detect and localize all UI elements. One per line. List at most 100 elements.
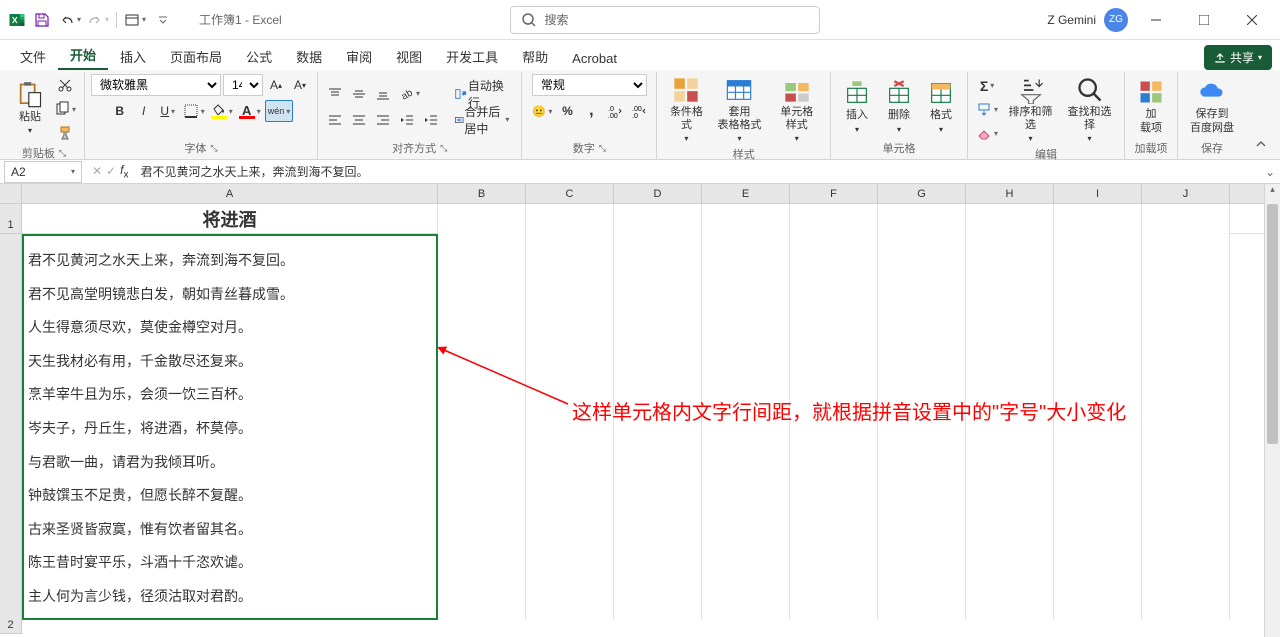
align-center-button[interactable] [348, 109, 370, 131]
share-button[interactable]: 共享 ▾ [1204, 45, 1272, 70]
increase-indent-button[interactable] [420, 109, 442, 131]
wrap-text-button[interactable]: 自动换行 [448, 83, 515, 105]
font-color-button[interactable]: A [237, 100, 263, 122]
copy-button[interactable] [52, 98, 78, 120]
tab-公式[interactable]: 公式 [234, 43, 284, 70]
cell[interactable] [702, 204, 790, 234]
formula-input[interactable]: 君不见黄河之水天上来，奔流到海不复回。 [134, 161, 1260, 183]
border-button[interactable] [181, 100, 207, 122]
save-button[interactable] [30, 8, 54, 32]
minimize-button[interactable] [1136, 6, 1176, 34]
cell[interactable] [1142, 204, 1230, 234]
increase-font-button[interactable]: A▴ [265, 74, 287, 96]
tab-开发工具[interactable]: 开发工具 [434, 43, 510, 70]
scroll-thumb[interactable] [1267, 204, 1278, 444]
tab-插入[interactable]: 插入 [108, 43, 158, 70]
decrease-decimal-button[interactable]: .00.0 [628, 100, 650, 122]
align-bottom-button[interactable] [372, 83, 394, 105]
format-as-table-button[interactable]: 套用 表格格式▾ [711, 74, 767, 145]
paste-button[interactable]: 粘贴▾ [10, 79, 50, 139]
vertical-scrollbar[interactable]: ▴ [1264, 184, 1280, 637]
increase-decimal-button[interactable]: .0.00 [604, 100, 626, 122]
align-right-button[interactable] [372, 109, 394, 131]
pinyin-guide-button[interactable]: wén [265, 100, 294, 122]
avatar[interactable]: ZG [1104, 8, 1128, 32]
expand-formula-bar-button[interactable]: ⌄ [1260, 165, 1280, 179]
fill-button[interactable] [974, 99, 1000, 121]
row-header-2[interactable]: 2 [0, 234, 22, 634]
name-box[interactable]: A2▾ [4, 161, 82, 183]
cells-area[interactable]: 将进酒 君不见黄河之水天上来，奔流到海不复回。君不见高堂明镜悲白发，朝如青丝暮成… [22, 204, 1264, 637]
col-header-D[interactable]: D [614, 184, 702, 203]
cell-styles-button[interactable]: 单元格样式▾ [769, 74, 824, 145]
clipboard-launcher[interactable]: ⤡ [59, 148, 66, 159]
cut-button[interactable] [52, 74, 78, 96]
col-header-I[interactable]: I [1054, 184, 1142, 203]
col-header-H[interactable]: H [966, 184, 1054, 203]
col-header-J[interactable]: J [1142, 184, 1230, 203]
font-family-combo[interactable]: 微软雅黑 [91, 74, 221, 96]
conditional-format-button[interactable]: 条件格式▾ [663, 74, 709, 145]
align-left-button[interactable] [324, 109, 346, 131]
font-launcher[interactable]: ⤡ [210, 143, 217, 154]
cell[interactable] [702, 234, 790, 620]
touch-mode-button[interactable] [123, 8, 147, 32]
cell[interactable] [966, 234, 1054, 620]
enter-formula-button[interactable]: ✓ [106, 164, 116, 178]
cell[interactable] [438, 234, 526, 620]
fill-color-button[interactable] [209, 100, 235, 122]
accounting-format-button[interactable]: 😐 [528, 100, 554, 122]
alignment-launcher[interactable]: ⤡ [440, 143, 447, 154]
percent-button[interactable]: % [556, 100, 578, 122]
col-header-G[interactable]: G [878, 184, 966, 203]
clear-button[interactable] [974, 123, 1000, 145]
cell-a2[interactable]: 君不见黄河之水天上来，奔流到海不复回。君不见高堂明镜悲白发，朝如青丝暮成雪。人生… [22, 234, 438, 620]
find-select-button[interactable]: 查找和选择▾ [1061, 74, 1118, 145]
undo-button[interactable] [58, 8, 82, 32]
cell[interactable] [1054, 204, 1142, 234]
col-header-C[interactable]: C [526, 184, 614, 203]
cell-a1[interactable]: 将进酒 [22, 204, 438, 234]
align-middle-button[interactable] [348, 83, 370, 105]
tab-开始[interactable]: 开始 [58, 41, 108, 70]
insert-cells-button[interactable]: 插入▾ [837, 77, 877, 135]
delete-cells-button[interactable]: 删除▾ [879, 77, 919, 135]
tab-审阅[interactable]: 审阅 [334, 43, 384, 70]
cell[interactable] [878, 204, 966, 234]
font-size-combo[interactable]: 14 [223, 74, 263, 96]
tab-文件[interactable]: 文件 [8, 43, 58, 70]
tab-页面布局[interactable]: 页面布局 [158, 43, 234, 70]
align-top-button[interactable] [324, 83, 346, 105]
cell[interactable] [1142, 234, 1230, 620]
col-header-A[interactable]: A [22, 184, 438, 203]
decrease-indent-button[interactable] [396, 109, 418, 131]
cell[interactable] [438, 204, 526, 234]
cell[interactable] [614, 234, 702, 620]
search-box[interactable]: 搜索 [510, 6, 820, 34]
cell[interactable] [878, 234, 966, 620]
cell[interactable] [790, 204, 878, 234]
row-header-1[interactable]: 1 [0, 204, 22, 234]
baidu-save-button[interactable]: 保存到 百度网盘 [1184, 76, 1240, 136]
number-launcher[interactable]: ⤡ [599, 143, 606, 154]
italic-button[interactable]: I [133, 100, 155, 122]
cell[interactable] [614, 204, 702, 234]
cancel-formula-button[interactable]: ✕ [92, 164, 102, 178]
bold-button[interactable]: B [109, 100, 131, 122]
col-header-B[interactable]: B [438, 184, 526, 203]
user-name[interactable]: Z Gemini [1047, 13, 1096, 27]
cell[interactable] [1054, 234, 1142, 620]
collapse-ribbon-button[interactable] [1250, 133, 1272, 155]
customize-qat-button[interactable] [151, 8, 175, 32]
comma-button[interactable]: , [580, 100, 602, 122]
merge-center-button[interactable]: 合并后居中 [448, 109, 515, 131]
tab-数据[interactable]: 数据 [284, 43, 334, 70]
redo-button[interactable] [86, 8, 110, 32]
scroll-up-button[interactable]: ▴ [1265, 184, 1280, 200]
select-all-corner[interactable] [0, 184, 22, 204]
tab-视图[interactable]: 视图 [384, 43, 434, 70]
sort-filter-button[interactable]: 排序和筛选▾ [1002, 74, 1059, 145]
maximize-button[interactable] [1184, 6, 1224, 34]
cell[interactable] [790, 234, 878, 620]
close-button[interactable] [1232, 6, 1272, 34]
